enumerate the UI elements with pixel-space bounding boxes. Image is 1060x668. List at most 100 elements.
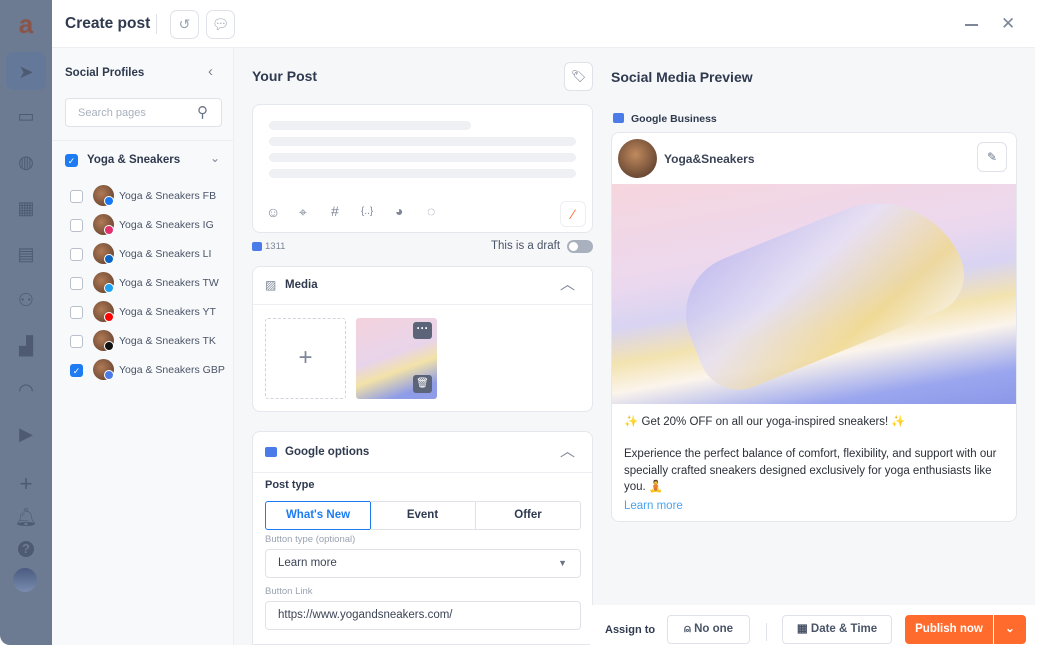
google-options-title: Google options [285, 446, 370, 458]
user-avatar[interactable] [13, 568, 37, 592]
profile-item[interactable]: Yoga & Sneakers FB [52, 182, 234, 211]
add-media-button[interactable]: + [265, 318, 346, 399]
delete-icon[interactable]: 🗑︎ [413, 375, 432, 393]
group-checkbox[interactable]: ✓ [65, 154, 78, 167]
calendar-icon[interactable]: ▦ [14, 196, 38, 220]
bell-icon[interactable]: 🔔︎ [14, 505, 38, 529]
user-icon: ⍝ [683, 623, 695, 635]
preview-card: Yoga&Sneakers ✎ ✨ Get 20% OFF on all our… [611, 132, 1017, 522]
button-type-select[interactable]: Learn more ▼ [265, 549, 581, 578]
button-link-input[interactable]: https://www.yogandsneakers.com/ [265, 601, 581, 630]
close-icon[interactable]: ✕ [1001, 14, 1015, 34]
comments-button[interactable]: 💬︎ [206, 10, 235, 39]
inbox-icon[interactable]: ▭ [14, 104, 38, 128]
publish-options-button[interactable]: ⌄ [994, 615, 1026, 644]
history-button[interactable]: ↺ [170, 10, 199, 39]
media-title: Media [285, 279, 318, 291]
char-count: 1311 [265, 241, 286, 252]
learn-more-link[interactable]: Learn more [624, 500, 683, 512]
media-thumbnail[interactable]: ··· 🗑︎ [356, 318, 437, 399]
date-time-button[interactable]: ▦ Date & Time [782, 615, 892, 644]
ai-chat-icon[interactable]: ◌ [427, 203, 435, 219]
date-label: Date & Time [810, 623, 878, 635]
assign-button[interactable]: ⍝ No one [667, 615, 750, 644]
media-icon: ▨ [265, 278, 277, 292]
media-library-icon[interactable]: ▶ [14, 422, 38, 446]
divider [156, 14, 157, 34]
footer-bar: Assign to ⍝ No one ▦ Date & Time Publish… [590, 605, 1035, 645]
tag-button[interactable]: 🏷︎ [564, 62, 593, 91]
post-editor[interactable]: ☺ ⌖ # {..} ◕ ◌ ⁄ [252, 104, 593, 233]
preview-body: Experience the perfect balance of comfor… [624, 448, 997, 493]
profile-item[interactable]: Yoga & Sneakers LI [52, 240, 234, 269]
web-search-icon[interactable]: ◍ [14, 150, 38, 174]
globe-icon[interactable]: ◕ [395, 203, 403, 219]
post-type-event[interactable]: Event [370, 501, 476, 530]
magic-wand-icon[interactable]: ⁄ [560, 201, 586, 227]
profile-label: Yoga & Sneakers TW [119, 277, 219, 289]
planner-icon[interactable]: ▤ [14, 242, 38, 266]
draft-toggle[interactable] [567, 240, 593, 253]
panel-title: Social Profiles [65, 67, 145, 79]
linkedin-icon [104, 254, 114, 264]
profile-checkbox[interactable]: ✓ [70, 364, 83, 377]
button-type-label: Button type (optional) [265, 534, 356, 545]
variables-icon[interactable]: {..} [361, 206, 373, 217]
post-type-whats-new[interactable]: What's New [265, 501, 371, 530]
preview-title: Social Media Preview [611, 69, 753, 85]
profile-item[interactable]: Yoga & Sneakers YT [52, 298, 234, 327]
emoji-icon[interactable]: ☺ [266, 204, 280, 220]
google-business-icon [104, 370, 114, 380]
tag-icon: 🏷︎ [570, 69, 587, 83]
page-title: Create post [65, 15, 151, 32]
google-options-section: Google options ︿ Post type What's New Ev… [252, 431, 593, 645]
team-icon[interactable]: ⚇ [14, 288, 38, 312]
add-icon[interactable]: + [14, 472, 38, 496]
profile-item[interactable]: ✓ Yoga & Sneakers GBP [52, 356, 234, 385]
profile-checkbox[interactable] [70, 277, 83, 290]
minimize-icon[interactable] [965, 24, 978, 26]
profile-item[interactable]: Yoga & Sneakers TK [52, 327, 234, 356]
profile-label: Yoga & Sneakers LI [119, 248, 212, 260]
youtube-icon [104, 312, 114, 322]
profile-checkbox[interactable] [70, 248, 83, 261]
post-type-offer[interactable]: Offer [475, 501, 581, 530]
social-profiles-panel: Social Profiles ‹ Search pages ⚲ ✓ Yoga … [52, 48, 234, 645]
history-icon: ↺ [178, 16, 191, 32]
button-link-label: Button Link [265, 586, 313, 597]
group-label: Yoga & Sneakers [87, 154, 181, 166]
chevron-down-icon: ⌄ [1005, 623, 1015, 635]
media-section: ▨ Media ︿ + ··· 🗑︎ [252, 266, 593, 412]
send-icon[interactable]: ➤ [14, 60, 38, 84]
profile-checkbox[interactable] [70, 335, 83, 348]
collapse-panel-icon[interactable]: ‹ [208, 63, 213, 80]
hashtag-icon[interactable]: # [331, 203, 339, 219]
profile-checkbox[interactable] [70, 306, 83, 319]
help-icon[interactable]: ? [18, 541, 34, 557]
profile-label: Yoga & Sneakers YT [119, 306, 216, 318]
divider [52, 140, 234, 141]
collapse-media-icon[interactable]: ︿ [560, 273, 575, 294]
search-pages-input[interactable]: Search pages ⚲ [65, 98, 222, 127]
your-post-title: Your Post [252, 68, 318, 84]
profile-checkbox[interactable] [70, 219, 83, 232]
profile-label: Yoga & Sneakers IG [119, 219, 214, 231]
location-icon[interactable]: ⌖ [299, 204, 307, 221]
collapse-google-icon[interactable]: ︿ [560, 440, 575, 461]
chevron-down-icon[interactable]: ⌄ [210, 151, 220, 165]
publish-now-button[interactable]: Publish now [905, 615, 993, 644]
more-options-icon[interactable]: ··· [413, 322, 432, 339]
edit-icon[interactable]: ✎ [977, 142, 1007, 172]
profile-item[interactable]: Yoga & Sneakers IG [52, 211, 234, 240]
search-icon: ⚲ [197, 104, 208, 121]
comments-icon: 💬︎ [211, 16, 230, 32]
instagram-icon [104, 225, 114, 235]
dashboard-icon[interactable]: ◠ [14, 378, 38, 402]
search-placeholder: Search pages [78, 107, 146, 119]
profile-label: Yoga & Sneakers TK [119, 335, 216, 347]
profile-checkbox[interactable] [70, 190, 83, 203]
facebook-icon [104, 196, 114, 206]
analytics-icon[interactable]: ▟ [14, 334, 38, 358]
tiktok-icon [104, 341, 114, 351]
profile-item[interactable]: Yoga & Sneakers TW [52, 269, 234, 298]
